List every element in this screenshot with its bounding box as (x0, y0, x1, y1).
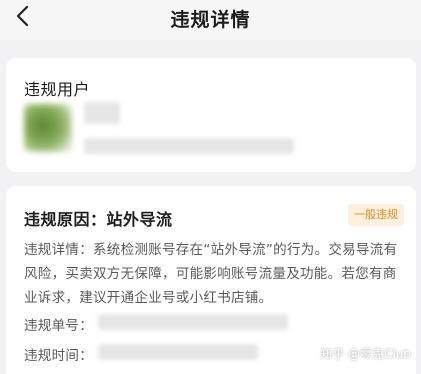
violation-reason-title: 违规原因：站外导流 (24, 210, 173, 229)
watermark: 知乎 @零克Club (320, 347, 411, 361)
page-title: 违规详情 (170, 9, 251, 31)
violation-order-value-blurred (98, 314, 288, 330)
violation-detail-text: 违规详情：系统检测账号存在“站外导流”的行为。交易导流有风险，买卖双方无保障，可… (24, 242, 398, 306)
violation-user-label: 违规用户 (24, 80, 91, 99)
severity-badge: 一般违规 (348, 204, 404, 226)
top-nav-bar: 违规详情 (0, 0, 421, 40)
violation-user-card: 违规用户 (6, 58, 416, 172)
violation-order-label: 违规单号： (24, 318, 93, 334)
violation-detail-page: 违规详情 违规用户 违规原因：站外导流 一般违规 违规详情：系统检测账号存在“站… (0, 0, 421, 374)
avatar (24, 104, 72, 152)
user-name-blurred (84, 102, 120, 124)
violation-time-label: 违规时间： (24, 348, 93, 364)
user-id-blurred (84, 138, 294, 154)
violation-time-value-blurred (98, 344, 258, 360)
